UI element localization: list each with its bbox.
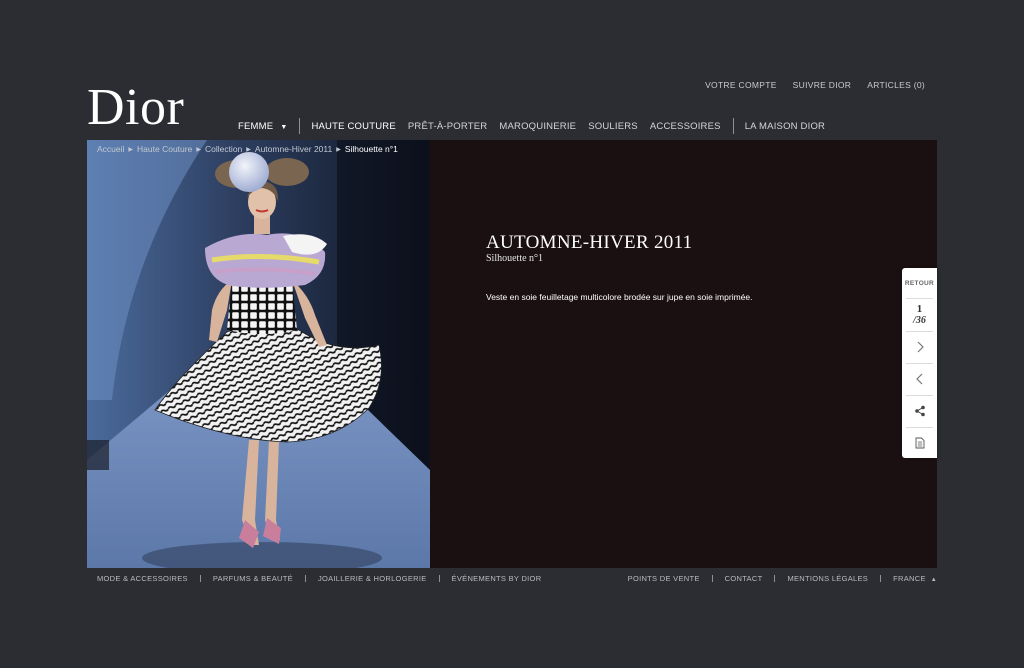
runway-photo: Accueil ▶ Haute Couture ▶ Collection ▶ A… [87,140,430,568]
nav-maroquinerie[interactable]: MAROQUINERIE [499,121,576,132]
account-nav: VOTRE COMPTE SUIVRE DIOR ARTICLES (0) [705,80,925,90]
look-description: Veste en soie feuilletage multicolore br… [486,292,753,302]
nav-divider [732,118,734,134]
footer-contact[interactable]: CONTACT [725,574,763,583]
account-link[interactable]: VOTRE COMPTE [705,80,777,90]
footer-divider [880,575,882,582]
footer-parfums-beaute[interactable]: PARFUMS & BEAUTÉ [213,574,293,583]
cart-link[interactable]: ARTICLES (0) [867,80,925,90]
footer-divider [199,575,201,582]
runway-photo-illustration [87,140,430,568]
footer-divider [774,575,776,582]
footer-points-de-vente[interactable]: POINTS DE VENTE [628,574,700,583]
nav-pret-a-porter[interactable]: PRÊT-À-PORTER [408,121,488,132]
share-button[interactable] [902,395,937,426]
footer-joaillerie[interactable]: JOAILLERIE & HORLOGERIE [318,574,427,583]
nav-accessoires[interactable]: ACCESSOIRES [650,121,721,132]
follow-dior-link[interactable]: SUIVRE DIOR [793,80,852,90]
breadcrumb-collection[interactable]: Collection [205,144,242,154]
dior-logo[interactable]: Dior [87,80,184,136]
look-title: AUTOMNE-HIVER 2011 [486,232,693,253]
look-subtitle: Silhouette n°1 [486,253,544,264]
main-nav: FEMME ▼ HAUTE COUTURE PRÊT-À-PORTER MAROQ… [238,118,837,134]
look-sheet-button[interactable] [902,427,937,458]
look-counter: 1 /36 [902,299,937,331]
footer-divider [304,575,306,582]
footer-divider [438,575,440,582]
breadcrumb-haute-couture[interactable]: Haute Couture [137,144,192,154]
previous-look-button[interactable] [902,363,937,394]
caret-up-icon: ▲ [930,577,937,583]
next-arrow-icon [917,341,924,352]
chevron-right-icon: ▶ [336,146,341,153]
chevron-right-icon: ▶ [128,146,134,153]
document-icon [915,437,924,448]
breadcrumb: Accueil ▶ Haute Couture ▶ Collection ▶ A… [97,144,398,154]
back-button[interactable]: RETOUR [902,268,937,298]
nav-haute-couture[interactable]: HAUTE COUTURE [311,121,395,132]
footer-right-links: POINTS DE VENTE CONTACT MENTIONS LÉGALES… [628,574,937,583]
nav-souliers[interactable]: SOULIERS [588,121,638,132]
chevron-right-icon: ▶ [246,146,251,153]
look-navigation-panel: RETOUR 1 /36 [902,268,937,458]
nav-divider [299,118,301,134]
nav-femme[interactable]: FEMME ▼ [238,121,287,132]
prev-arrow-icon [915,373,922,384]
footer-left-links: MODE & ACCESSOIRES PARFUMS & BEAUTÉ JOAI… [97,574,541,583]
share-icon [914,405,925,416]
breadcrumb-home[interactable]: Accueil [97,144,124,154]
nav-la-maison-dior[interactable]: LA MAISON DIOR [745,121,825,132]
look-stage: Accueil ▶ Haute Couture ▶ Collection ▶ A… [87,140,937,568]
next-look-button[interactable] [902,331,937,362]
footer-divider [711,575,713,582]
chevron-right-icon: ▶ [196,146,201,153]
footer-mode-accessoires[interactable]: MODE & ACCESSOIRES [97,574,188,583]
country-label: FRANCE [893,574,926,583]
country-selector[interactable]: FRANCE ▲ [893,574,937,583]
footer-evenements[interactable]: ÉVÉNEMENTS BY DIOR [452,574,542,583]
total-looks: /36 [913,315,926,326]
caret-down-icon: ▼ [280,123,288,131]
nav-femme-label: FEMME [238,120,274,132]
breadcrumb-season[interactable]: Automne-Hiver 2011 [255,144,332,154]
footer-mentions-legales[interactable]: MENTIONS LÉGALES [787,574,868,583]
breadcrumb-current: Silhouette n°1 [344,144,398,154]
current-look-number: 1 [916,303,923,315]
